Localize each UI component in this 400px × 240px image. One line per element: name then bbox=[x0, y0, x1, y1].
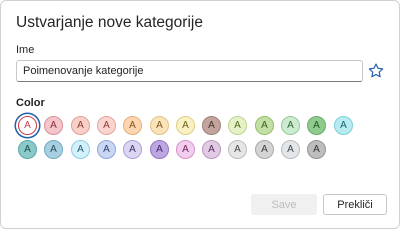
star-icon[interactable] bbox=[367, 62, 385, 80]
save-button[interactable]: Save bbox=[251, 194, 317, 215]
color-swatch[interactable]: A bbox=[97, 116, 116, 135]
color-swatch[interactable]: A bbox=[123, 116, 142, 135]
color-swatch[interactable]: A bbox=[255, 140, 274, 159]
color-swatch[interactable]: A bbox=[202, 140, 221, 159]
color-swatch[interactable]: A bbox=[176, 140, 195, 159]
color-swatch[interactable]: A bbox=[18, 116, 37, 135]
color-swatch[interactable]: A bbox=[281, 140, 300, 159]
color-label: Color bbox=[16, 97, 45, 109]
color-swatch[interactable]: A bbox=[71, 140, 90, 159]
color-swatch[interactable]: A bbox=[44, 116, 63, 135]
name-label: Ime bbox=[16, 44, 35, 56]
new-category-dialog: Ustvarjanje nove kategorije Ime Color AA… bbox=[0, 0, 400, 229]
color-swatch[interactable]: A bbox=[150, 140, 169, 159]
color-swatch[interactable]: A bbox=[150, 116, 169, 135]
color-swatch[interactable]: A bbox=[255, 116, 274, 135]
color-swatch[interactable]: A bbox=[281, 116, 300, 135]
color-swatch[interactable]: A bbox=[228, 116, 247, 135]
color-swatch[interactable]: A bbox=[307, 116, 326, 135]
color-swatch[interactable]: A bbox=[202, 116, 221, 135]
color-swatch[interactable]: A bbox=[176, 116, 195, 135]
color-swatch[interactable]: A bbox=[97, 140, 116, 159]
category-name-input[interactable] bbox=[16, 60, 363, 82]
cancel-button[interactable]: Prekliči bbox=[323, 194, 387, 215]
color-swatch[interactable]: A bbox=[18, 140, 37, 159]
color-swatch[interactable]: A bbox=[44, 140, 63, 159]
color-swatch[interactable]: A bbox=[228, 140, 247, 159]
color-swatch[interactable]: A bbox=[307, 140, 326, 159]
color-swatch[interactable]: A bbox=[123, 140, 142, 159]
color-swatch[interactable]: A bbox=[334, 116, 353, 135]
dialog-title: Ustvarjanje nove kategorije bbox=[16, 14, 203, 31]
color-swatch[interactable]: A bbox=[71, 116, 90, 135]
